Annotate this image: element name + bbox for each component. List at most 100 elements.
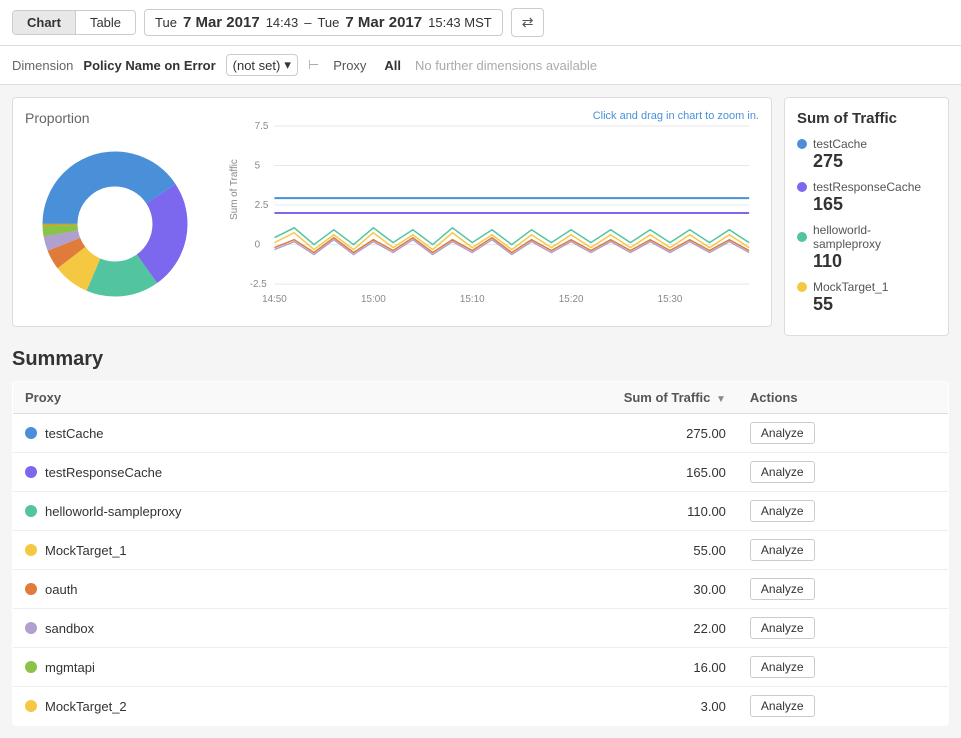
view-tabs: Chart Table [12,10,136,35]
legend-item-value: 165 [813,194,936,215]
dimension-label: Dimension [12,58,73,73]
legend-item: testResponseCache 165 [797,180,936,215]
legend-item-value: 275 [813,151,936,172]
all-filter-link[interactable]: All [380,56,405,75]
traffic-value: 275.00 [440,414,738,453]
legend-panel: Sum of Traffic testCache 275 testRespons… [784,97,949,336]
proxy-name: MockTarget_1 [45,543,127,558]
analyze-button[interactable]: Analyze [750,656,815,678]
legend-color-dot [797,139,807,149]
zoom-hint: Click and drag in chart to zoom in. [593,110,759,122]
proportion-title: Proportion [25,110,205,126]
end-date: 7 Mar 2017 [345,14,422,31]
proxy-name: testResponseCache [45,465,162,480]
proxy-name: MockTarget_2 [45,699,127,714]
proxy-color-dot [25,700,37,712]
proxy-color-dot [25,583,37,595]
start-time: 14:43 [266,15,299,30]
table-row: MockTarget_1 55.00 Analyze [13,531,949,570]
svg-text:15:30: 15:30 [658,294,683,305]
traffic-value: 55.00 [440,531,738,570]
proxy-color-dot [25,466,37,478]
proxy-color-dot [25,505,37,517]
start-date: 7 Mar 2017 [183,14,260,31]
proxy-cell: testCache [13,414,440,453]
analyze-button[interactable]: Analyze [750,539,815,561]
start-day: Tue [155,15,177,30]
proxy-color-dot [25,622,37,634]
refresh-button[interactable]: ⇄ [511,8,545,37]
summary-table: Proxy Sum of Traffic ▼ Actions testCache… [12,381,949,726]
svg-text:2.5: 2.5 [255,200,269,211]
analyze-button[interactable]: Analyze [750,695,815,717]
dimension-bar: Dimension Policy Name on Error (not set)… [0,46,961,85]
end-time: 15:43 MST [428,15,492,30]
date-range-display: Tue 7 Mar 2017 14:43 – Tue 7 Mar 2017 15… [144,9,503,36]
proxy-col-header: Proxy [13,382,440,414]
legend-color-dot [797,282,807,292]
legend-color-dot [797,232,807,242]
dimension-info-text: No further dimensions available [415,58,597,73]
legend-items: testCache 275 testResponseCache 165 hell… [797,137,936,315]
analyze-button[interactable]: Analyze [750,422,815,444]
proxy-cell: MockTarget_1 [13,531,440,570]
dimension-select-value: (not set) [233,58,281,73]
traffic-value: 16.00 [440,648,738,687]
legend-item-label: testCache [813,137,867,151]
legend-item-value: 55 [813,294,936,315]
svg-text:14:50: 14:50 [262,294,287,305]
legend-item-label: MockTarget_1 [813,280,888,294]
proxy-color-dot [25,427,37,439]
traffic-col-header[interactable]: Sum of Traffic ▼ [440,382,738,414]
proxy-name: sandbox [45,621,94,636]
chart-tab[interactable]: Chart [13,11,76,34]
traffic-value: 110.00 [440,492,738,531]
actions-cell: Analyze [738,414,949,453]
table-row: testCache 275.00 Analyze [13,414,949,453]
analyze-button[interactable]: Analyze [750,461,815,483]
table-row: mgmtapi 16.00 Analyze [13,648,949,687]
line-chart[interactable]: Click and drag in chart to zoom in. 7.5 … [225,110,759,313]
actions-cell: Analyze [738,531,949,570]
proxy-cell: sandbox [13,609,440,648]
svg-text:15:20: 15:20 [559,294,584,305]
separator-icon: ⊢ [308,57,319,73]
actions-col-header: Actions [738,382,949,414]
end-day: Tue [317,15,339,30]
traffic-value: 165.00 [440,453,738,492]
actions-cell: Analyze [738,453,949,492]
actions-cell: Analyze [738,687,949,726]
actions-cell: Analyze [738,492,949,531]
table-tab[interactable]: Table [76,11,135,34]
sort-icon: ▼ [716,394,726,405]
proxy-cell: MockTarget_2 [13,687,440,726]
analyze-button[interactable]: Analyze [750,500,815,522]
traffic-value: 3.00 [440,687,738,726]
actions-cell: Analyze [738,609,949,648]
legend-item-label: testResponseCache [813,180,921,194]
proxy-name: helloworld-sampleproxy [45,504,182,519]
legend-item: helloworld-sampleproxy 110 [797,223,936,272]
analyze-button[interactable]: Analyze [750,617,815,639]
legend-item-name: helloworld-sampleproxy [797,223,936,251]
legend-item: testCache 275 [797,137,936,172]
table-row: sandbox 22.00 Analyze [13,609,949,648]
table-row: helloworld-sampleproxy 110.00 Analyze [13,492,949,531]
analyze-button[interactable]: Analyze [750,578,815,600]
legend-item-value: 110 [813,251,936,272]
table-row: oauth 30.00 Analyze [13,570,949,609]
proxy-cell: oauth [13,570,440,609]
svg-text:Sum of Traffic: Sum of Traffic [229,159,240,220]
table-row: testResponseCache 165.00 Analyze [13,453,949,492]
proxy-cell: testResponseCache [13,453,440,492]
svg-text:5: 5 [255,160,261,171]
donut-chart [25,134,205,314]
legend-item-name: testCache [797,137,936,151]
dimension-select[interactable]: (not set) ▾ [226,54,298,76]
proxy-filter-link[interactable]: Proxy [329,56,370,75]
legend-item-name: testResponseCache [797,180,936,194]
actions-cell: Analyze [738,570,949,609]
summary-title: Summary [12,348,949,371]
traffic-value: 30.00 [440,570,738,609]
policy-name-label: Policy Name on Error [83,58,215,73]
